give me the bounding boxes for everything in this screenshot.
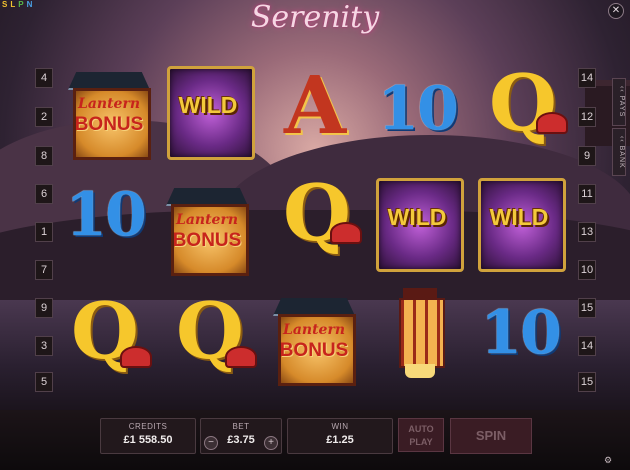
- reel-symbol-bonus: Lantern BONUS: [65, 62, 155, 162]
- symbol-queen: Q: [283, 168, 351, 259]
- payline-number-right[interactable]: 15: [578, 298, 596, 318]
- credits-value: £1 558.50: [123, 434, 173, 446]
- reel-symbol-ten: 10: [60, 168, 150, 268]
- bonus-label-line1: Lantern: [175, 212, 239, 228]
- bonus-label-line2: BONUS: [279, 340, 349, 361]
- payline-number-left[interactable]: 7: [35, 260, 53, 280]
- bank-tab[interactable]: ‹‹ BANK: [612, 128, 626, 176]
- lantern-glow: [405, 364, 435, 378]
- fan-icon: [225, 346, 257, 368]
- pays-tab-arrow: ‹‹: [618, 86, 625, 96]
- payline-number-right[interactable]: 10: [578, 260, 596, 280]
- reel-symbol-wild: WILD: [163, 60, 255, 160]
- payline-number-left[interactable]: 3: [35, 336, 53, 356]
- payline-number-left[interactable]: 9: [35, 298, 53, 318]
- payline-number-left[interactable]: 6: [35, 184, 53, 204]
- payline-number-right[interactable]: 13: [578, 222, 596, 242]
- payline-number-right[interactable]: 12: [578, 107, 596, 127]
- bank-tab-arrow: ‹‹: [618, 135, 625, 146]
- wild-label: WILD: [387, 204, 447, 230]
- symbol-ace: A: [283, 58, 347, 152]
- reel-symbol-queen: Q: [165, 286, 257, 390]
- logo-letter: N: [26, 0, 34, 9]
- payline-number-left[interactable]: 1: [35, 222, 53, 242]
- symbol-ten: 10: [377, 74, 459, 144]
- symbol-queen: Q: [489, 58, 557, 149]
- credits-panel: CREDITS £1 558.50: [100, 418, 196, 454]
- lantern-bonus-symbol: Lantern BONUS: [273, 298, 356, 386]
- wild-label: WILD: [489, 204, 549, 230]
- lantern-bonus-symbol: Lantern BONUS: [166, 188, 249, 276]
- lantern-body: [399, 298, 445, 368]
- win-label: WIN: [331, 422, 349, 431]
- reel-symbol-bonus: Lantern BONUS: [163, 178, 253, 278]
- fan-icon: [536, 112, 568, 134]
- settings-icon[interactable]: ⚙: [604, 455, 616, 465]
- spin-button[interactable]: SPIN: [450, 418, 532, 454]
- reel-symbol-wild: WILD: [474, 172, 566, 272]
- close-icon[interactable]: ✕: [608, 3, 624, 19]
- win-panel: WIN £1.25: [287, 418, 393, 454]
- fan-icon: [330, 222, 362, 244]
- reel-symbol-queen: Q: [60, 286, 152, 390]
- fan-icon: [120, 346, 152, 368]
- payline-number-right[interactable]: 15: [578, 372, 596, 392]
- reel-symbol-ten: 10: [475, 286, 565, 386]
- bonus-label-line1: Lantern: [77, 96, 141, 112]
- payline-number-left[interactable]: 5: [35, 372, 53, 392]
- logo-letter: L: [10, 0, 17, 9]
- reel-symbol-queen: Q: [478, 58, 568, 162]
- bet-increase-button[interactable]: +: [264, 436, 278, 450]
- pays-tab-label: PAYS: [618, 95, 625, 118]
- payline-number-right[interactable]: 9: [578, 146, 596, 166]
- payline-number-left[interactable]: 4: [35, 68, 53, 88]
- payline-number-right[interactable]: 14: [578, 68, 596, 88]
- lantern-top: [403, 288, 437, 298]
- symbol-ten: 10: [65, 180, 147, 250]
- bank-tab-label: BANK: [618, 145, 625, 169]
- logo-letter: S: [2, 0, 9, 9]
- bet-label: BET: [232, 422, 250, 431]
- payline-number-left[interactable]: 8: [35, 146, 53, 166]
- symbol-ten: 10: [480, 298, 562, 368]
- wild-label: WILD: [178, 92, 238, 118]
- lantern-symbol: [395, 282, 445, 382]
- payline-number-right[interactable]: 14: [578, 336, 596, 356]
- reel-symbol-ace: A: [270, 58, 360, 162]
- lantern-bonus-symbol: Lantern BONUS: [68, 72, 151, 160]
- bet-decrease-button[interactable]: −: [204, 436, 218, 450]
- pays-tab[interactable]: ‹‹ PAYS: [612, 78, 626, 126]
- bonus-label-line2: BONUS: [74, 114, 144, 135]
- win-value: £1.25: [326, 434, 354, 446]
- autoplay-button[interactable]: AUTO PLAY: [398, 418, 444, 452]
- game-stage: SLPN ✕ Serenity 4 2 8 6 1 7 9 3 5 14 12 …: [0, 0, 630, 470]
- reel-symbol-wild: WILD: [372, 172, 464, 272]
- reel-symbol-queen: Q: [272, 168, 362, 272]
- game-title: Serenity: [250, 0, 380, 35]
- bonus-label-line2: BONUS: [172, 230, 242, 251]
- bonus-label-line1: Lantern: [282, 322, 346, 338]
- reel-symbol-ten: 10: [372, 62, 462, 162]
- reel-symbol-bonus: Lantern BONUS: [270, 288, 360, 388]
- payline-number-right[interactable]: 11: [578, 184, 596, 204]
- logo-letter: P: [18, 0, 25, 9]
- credits-label: CREDITS: [128, 422, 168, 431]
- payline-number-left[interactable]: 2: [35, 107, 53, 127]
- casino-logo: SLPN: [0, 0, 33, 10]
